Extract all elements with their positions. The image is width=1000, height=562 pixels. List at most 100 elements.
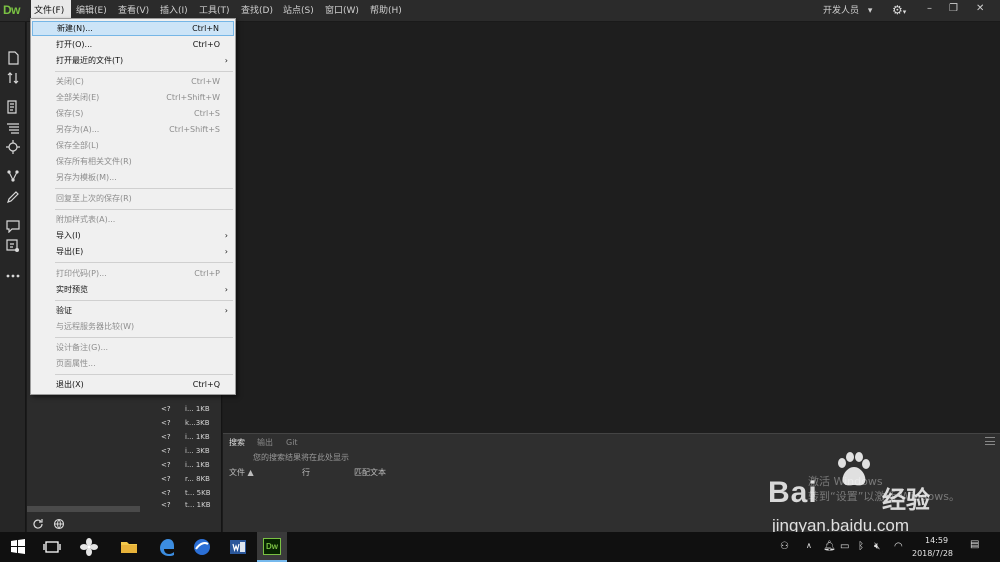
menu-item-save[interactable]: 保存(S) Ctrl+S (32, 106, 234, 121)
search-results-hint: 您的搜索结果将在此处显示 (253, 453, 349, 462)
people-icon[interactable]: ⚇ (780, 541, 789, 552)
windows-start-icon[interactable] (8, 537, 28, 557)
watermark-brand-suffix: 经验 (882, 486, 930, 514)
chevron-right-icon: › (224, 56, 228, 65)
file-row[interactable]: <? t... 1KB (161, 498, 211, 512)
clock-time[interactable]: 14:59 (925, 536, 948, 545)
file-explorer-icon[interactable] (119, 537, 139, 557)
target-icon[interactable] (6, 140, 20, 154)
left-toolbar (0, 22, 26, 532)
file-menu-dropdown: 新建(N)... Ctrl+N 打开(O)... Ctrl+O 打开最近的文件(T)… (30, 18, 236, 395)
globe-browser-icon[interactable] (192, 537, 212, 557)
editor-area[interactable] (223, 22, 1000, 433)
file-row[interactable]: <? r... 8KB (161, 472, 210, 486)
globe-icon[interactable] (53, 518, 65, 530)
horizontal-scrollbar[interactable] (27, 506, 140, 512)
menu-item-close[interactable]: 关闭(C) Ctrl+W (32, 74, 234, 89)
workspace-switcher[interactable]: 开发人员 ▾ (823, 0, 872, 22)
menu-item-revert[interactable]: 回复至上次的保存(R) (32, 191, 234, 206)
menu-item-close-all[interactable]: 全部关闭(E) Ctrl+Shift+W (32, 90, 234, 105)
close-button[interactable]: ✕ (976, 0, 984, 20)
panel-footer (27, 516, 222, 532)
refresh-icon[interactable] (32, 518, 44, 530)
chevron-right-icon: › (224, 247, 228, 256)
pinwheel-app-icon[interactable] (79, 537, 99, 557)
menu-item-open[interactable]: 打开(O)... Ctrl+O (32, 37, 234, 52)
menu-item-open-recent[interactable]: 打开最近的文件(T) › (32, 53, 234, 68)
wifi-icon[interactable]: ◠ (894, 541, 903, 552)
comment-icon[interactable] (6, 219, 20, 233)
menu-separator (55, 71, 233, 72)
clock-date[interactable]: 2018/7/28 (912, 549, 953, 558)
menu-item-print-code[interactable]: 打印代码(P)... Ctrl+P (32, 266, 234, 281)
menu-help[interactable]: 帮助(H) (370, 0, 402, 22)
task-view-icon[interactable] (42, 537, 62, 557)
file-list-icon[interactable] (6, 100, 20, 114)
menu-item-import[interactable]: 导入(I) › (32, 228, 234, 243)
panel-menu-icon[interactable] (985, 437, 995, 445)
baidu-paw-icon (833, 452, 873, 488)
menu-item-design-notes[interactable]: 设计备注(G)... (32, 340, 234, 355)
watermark-brand: Bai (768, 476, 818, 509)
menu-item-save-all[interactable]: 保存全部(L) (32, 138, 234, 153)
column-file[interactable]: 文件 ▲ (229, 467, 254, 478)
notification-bell-icon[interactable]: 🔔︎ (823, 541, 836, 552)
menu-item-live-preview[interactable]: 实时预览 › (32, 282, 234, 297)
taskbar: Dw ⚇ ∧ 🔔︎ ▭ ᛒ 🔇︎ ◠ 14:59 2018/7/28 ▤ (0, 532, 1000, 562)
menu-separator (55, 300, 233, 301)
snippet-icon[interactable] (6, 239, 20, 253)
sort-icon[interactable] (6, 71, 20, 85)
menu-separator (55, 188, 233, 189)
dreamweaver-taskbar-button[interactable]: Dw (257, 532, 287, 562)
battery-icon[interactable]: ▭ (840, 541, 849, 552)
column-line[interactable]: 行 (302, 467, 310, 478)
dreamweaver-icon: Dw (263, 538, 281, 555)
edge-browser-icon[interactable] (157, 537, 177, 557)
menu-separator (55, 209, 233, 210)
restore-button[interactable]: ❐ (949, 0, 958, 20)
tab-git[interactable]: Git (286, 437, 298, 449)
chevron-up-icon[interactable]: ∧ (806, 541, 812, 550)
new-document-icon[interactable] (6, 51, 20, 65)
outline-icon[interactable] (6, 121, 20, 135)
chevron-right-icon: › (224, 306, 228, 315)
gear-icon[interactable]: ⚙▾ (892, 3, 906, 17)
menu-item-save-as[interactable]: 另存为(A)... Ctrl+Shift+S (32, 122, 234, 137)
file-row[interactable]: <? i... 1KB (161, 430, 210, 444)
tab-output[interactable]: 输出 (257, 437, 273, 449)
menu-separator (55, 262, 233, 263)
file-row[interactable]: <? k...3KB (161, 416, 210, 430)
file-row[interactable]: <? i... 1KB (161, 458, 210, 472)
menu-find[interactable]: 查找(D) (241, 0, 273, 22)
app-logo: Dw (3, 3, 21, 17)
menu-item-validate[interactable]: 验证 › (32, 303, 234, 318)
action-center-icon[interactable]: ▤ (970, 539, 979, 550)
speaker-muted-icon[interactable]: 🔇︎ (874, 541, 880, 552)
branch-icon[interactable] (6, 169, 20, 183)
menu-item-compare-remote[interactable]: 与远程服务器比较(W) (32, 319, 234, 334)
chevron-down-icon: ▾ (867, 6, 873, 16)
chevron-right-icon: › (224, 231, 228, 240)
menu-item-export[interactable]: 导出(E) › (32, 244, 234, 259)
more-icon[interactable] (6, 269, 20, 283)
file-row[interactable]: <? i... 1KB (161, 402, 210, 416)
chevron-right-icon: › (224, 285, 228, 294)
workspace-label: 开发人员 (823, 6, 860, 16)
eyedropper-icon[interactable] (6, 190, 20, 204)
menu-item-page-properties[interactable]: 页面属性... (32, 356, 234, 371)
menu-item-attach-stylesheet[interactable]: 附加样式表(A)... (32, 212, 234, 227)
menu-site[interactable]: 站点(S) (283, 0, 314, 22)
menu-separator (55, 337, 233, 338)
word-icon[interactable] (228, 537, 248, 557)
menu-separator (55, 374, 233, 375)
menu-item-new[interactable]: 新建(N)... Ctrl+N (32, 21, 234, 36)
file-row[interactable]: <? i... 3KB (161, 444, 210, 458)
tab-search[interactable]: 搜索 (229, 437, 245, 449)
bluetooth-icon[interactable]: ᛒ (858, 541, 864, 552)
minimize-button[interactable]: – (927, 0, 932, 20)
menu-window[interactable]: 窗口(W) (325, 0, 359, 22)
menu-item-save-related[interactable]: 保存所有相关文件(R) (32, 154, 234, 169)
menu-item-save-as-template[interactable]: 另存为模板(M)... (32, 170, 234, 185)
column-match-text[interactable]: 匹配文本 (354, 467, 386, 478)
menu-item-exit[interactable]: 退出(X) Ctrl+Q (32, 377, 234, 392)
